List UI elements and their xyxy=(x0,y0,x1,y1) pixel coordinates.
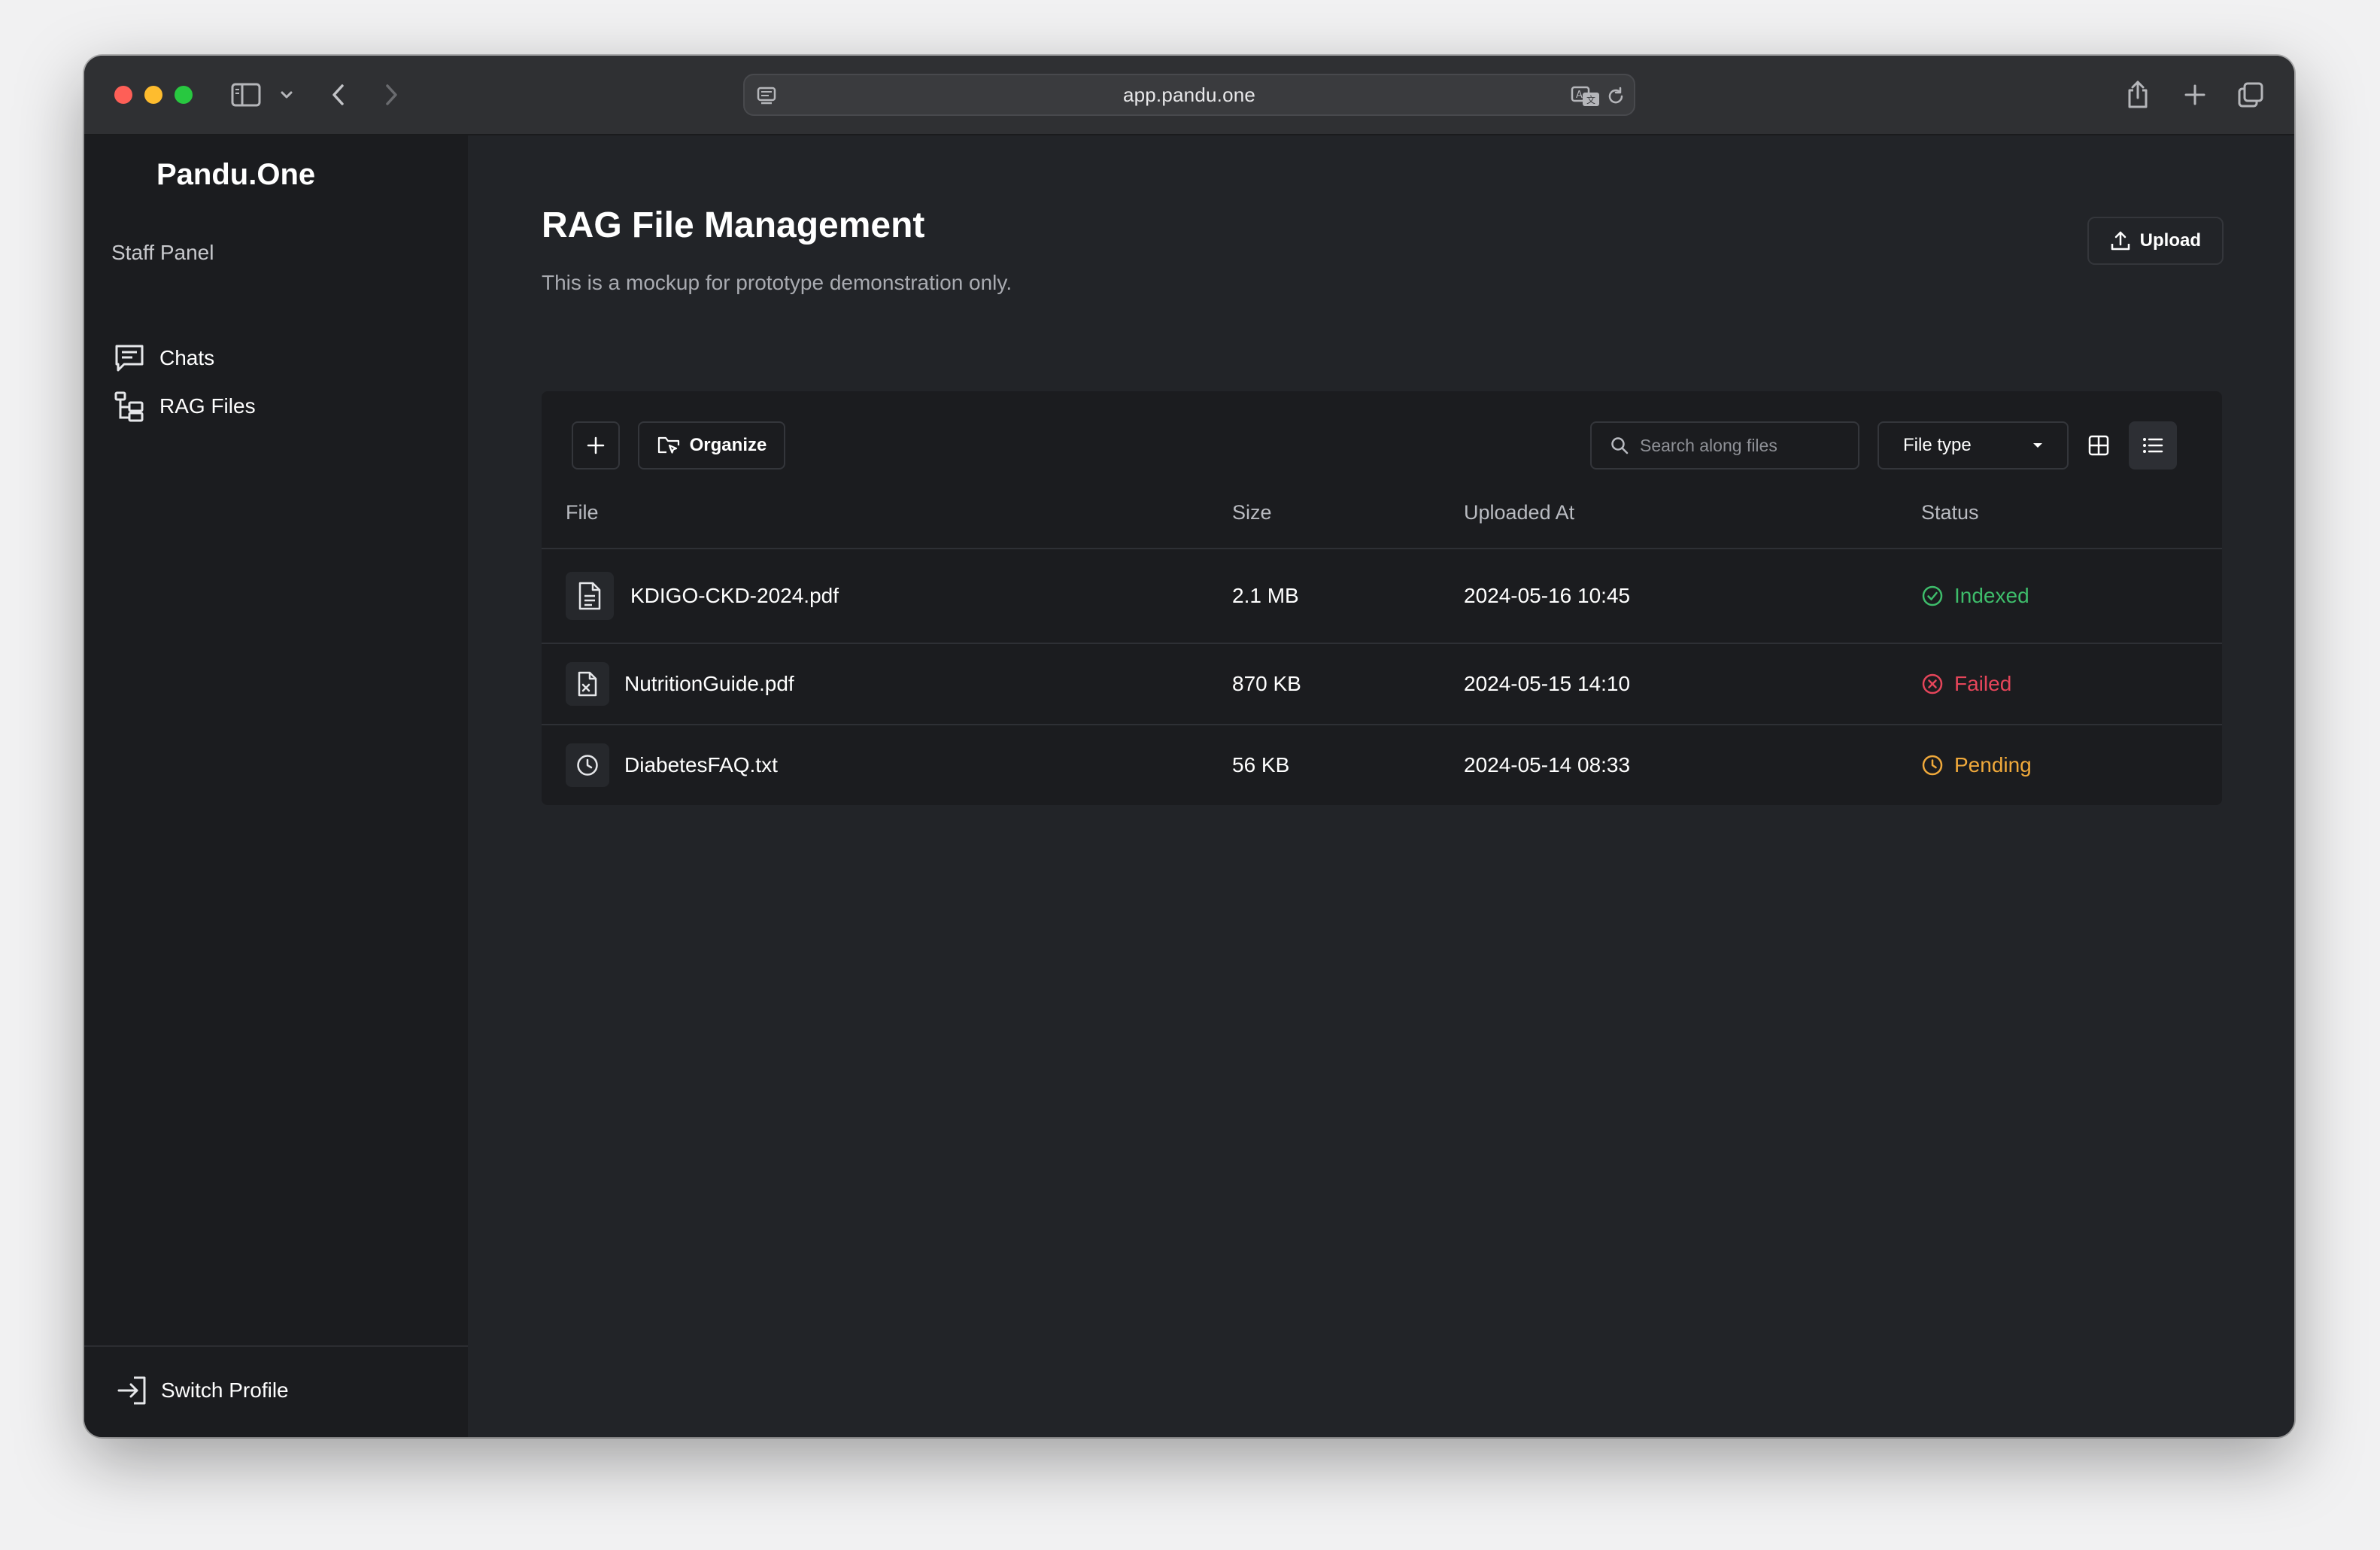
file-error-icon xyxy=(566,662,609,706)
upload-label: Upload xyxy=(2139,230,2201,251)
chat-icon xyxy=(111,340,147,376)
folder-tree-icon xyxy=(111,388,147,424)
document-icon xyxy=(566,572,614,620)
file-type-select[interactable]: File type xyxy=(1878,421,2069,470)
forward-icon[interactable] xyxy=(376,77,406,113)
column-header-file[interactable]: File xyxy=(566,501,599,524)
column-header-status[interactable]: Status xyxy=(1921,501,1979,524)
browser-toolbar: app.pandu.one A文 xyxy=(84,56,2294,135)
file-size: 56 KB xyxy=(1232,753,1290,777)
chevron-down-icon[interactable] xyxy=(277,77,296,113)
table-row[interactable]: KDIGO-CKD-2024.pdf 2.1 MB 2024-05-16 10:… xyxy=(542,549,2222,644)
section-label: Staff Panel xyxy=(111,241,214,264)
search-placeholder: Search along files xyxy=(1640,435,1777,455)
status-text: Failed xyxy=(1954,672,2012,695)
add-file-button[interactable] xyxy=(572,421,620,470)
x-circle-icon xyxy=(1921,673,1944,695)
folder-move-icon xyxy=(657,435,681,456)
sidebar-item-label: Chats xyxy=(159,346,215,369)
clock-icon xyxy=(566,743,609,787)
status-badge: Indexed xyxy=(1921,549,2029,643)
file-name: DiabetesFAQ.txt xyxy=(624,753,778,777)
organize-label: Organize xyxy=(689,435,767,455)
upload-button[interactable]: Upload xyxy=(2087,217,2224,265)
switch-profile-button[interactable]: Switch Profile xyxy=(114,1369,289,1412)
uploaded-at: 2024-05-16 10:45 xyxy=(1464,584,1631,607)
sidebar-footer: Switch Profile xyxy=(84,1345,468,1437)
page-subtitle: This is a mockup for prototype demonstra… xyxy=(542,271,1012,294)
uploaded-at: 2024-05-15 14:10 xyxy=(1464,672,1631,695)
list-icon xyxy=(2142,436,2164,455)
sidebar: Pandu.One Staff Panel Chats RAG Files Sw… xyxy=(84,135,468,1437)
status-text: Pending xyxy=(1954,753,2032,777)
url-text[interactable]: app.pandu.one xyxy=(745,75,1634,114)
sidebar-item-rag-files[interactable]: RAG Files xyxy=(111,385,256,427)
new-tab-icon[interactable] xyxy=(2180,77,2210,113)
switch-profile-label: Switch Profile xyxy=(161,1378,289,1402)
caret-down-icon xyxy=(2031,441,2045,450)
status-badge: Pending xyxy=(1921,725,2032,805)
minimize-window-button[interactable] xyxy=(144,86,162,104)
column-header-uploaded-at[interactable]: Uploaded At xyxy=(1464,501,1574,524)
upload-icon xyxy=(2110,230,2131,251)
brand-logo[interactable]: Pandu.One xyxy=(156,158,315,192)
table-row[interactable]: DiabetesFAQ.txt 56 KB 2024-05-14 08:33 P… xyxy=(542,725,2222,805)
back-icon[interactable] xyxy=(323,77,354,113)
sidebar-toggle-icon[interactable] xyxy=(227,77,265,113)
list-view-button[interactable] xyxy=(2129,421,2177,470)
file-name: KDIGO-CKD-2024.pdf xyxy=(630,584,839,607)
table-row[interactable]: NutritionGuide.pdf 870 KB 2024-05-15 14:… xyxy=(542,644,2222,725)
status-badge: Failed xyxy=(1921,644,2011,724)
grid-icon xyxy=(2087,434,2110,457)
file-size: 2.1 MB xyxy=(1232,584,1299,607)
table-header: File Size Uploaded At Status xyxy=(542,482,2222,549)
files-panel: Organize Search along files File type Fi… xyxy=(542,391,2222,805)
main-content: RAG File Management This is a mockup for… xyxy=(468,135,2294,1437)
svg-text:A: A xyxy=(1576,90,1583,101)
address-bar[interactable]: app.pandu.one A文 xyxy=(743,74,1635,116)
status-text: Indexed xyxy=(1954,584,2029,607)
page-title: RAG File Management xyxy=(542,205,925,245)
file-name: NutritionGuide.pdf xyxy=(624,672,794,695)
clock-icon xyxy=(1921,754,1944,777)
uploaded-at: 2024-05-14 08:33 xyxy=(1464,753,1631,777)
tab-overview-icon[interactable] xyxy=(2236,77,2266,113)
plus-icon xyxy=(586,436,606,455)
svg-text:文: 文 xyxy=(1586,94,1595,105)
sidebar-item-label: RAG Files xyxy=(159,394,256,418)
browser-window: app.pandu.one A文 Pandu.One Staff Panel C… xyxy=(84,56,2294,1437)
column-header-size[interactable]: Size xyxy=(1232,501,1272,524)
sign-in-icon xyxy=(114,1372,150,1409)
check-circle-icon xyxy=(1921,585,1944,607)
maximize-window-button[interactable] xyxy=(175,86,193,104)
reload-icon[interactable] xyxy=(1605,83,1626,110)
file-size: 870 KB xyxy=(1232,672,1301,695)
close-window-button[interactable] xyxy=(114,86,132,104)
search-icon xyxy=(1610,436,1629,455)
share-icon[interactable] xyxy=(2123,77,2153,113)
sidebar-item-chats[interactable]: Chats xyxy=(111,337,214,379)
grid-view-button[interactable] xyxy=(2075,421,2123,470)
file-type-label: File type xyxy=(1903,435,1972,455)
translate-icon[interactable]: A文 xyxy=(1571,83,1601,110)
organize-button[interactable]: Organize xyxy=(638,421,785,470)
search-input[interactable]: Search along files xyxy=(1590,421,1859,470)
